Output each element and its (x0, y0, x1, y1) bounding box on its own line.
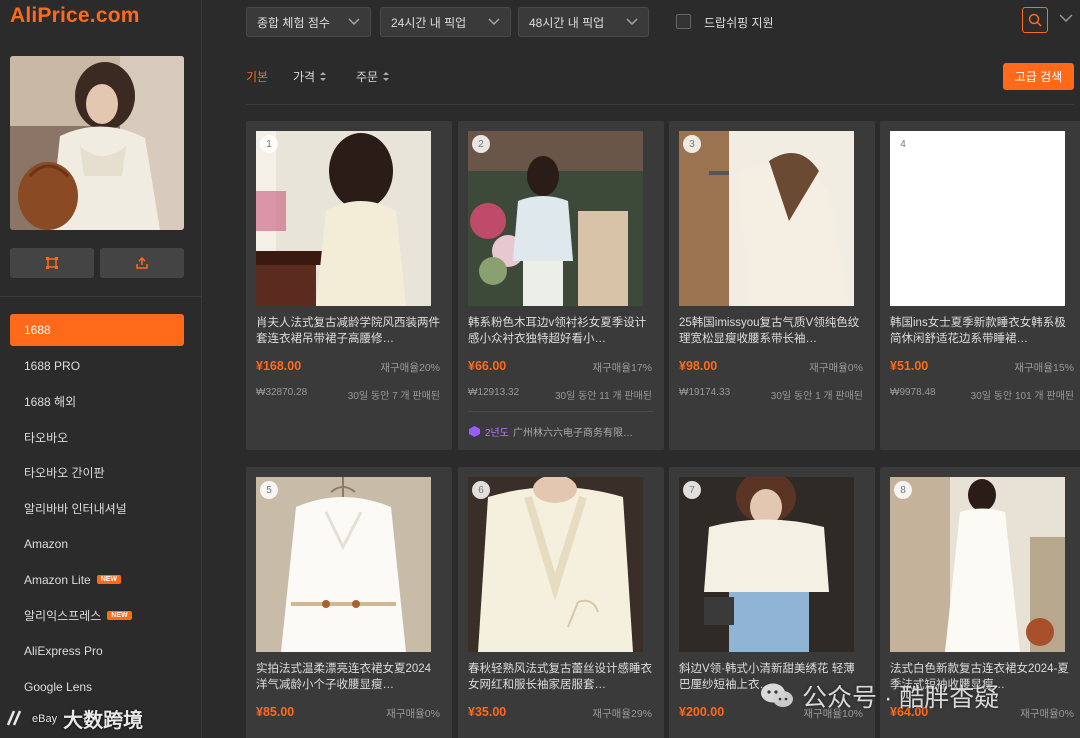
supplier-years: 2년도 (485, 428, 509, 439)
rank-number: 7 (683, 481, 701, 499)
product-image[interactable]: 3 (679, 131, 854, 306)
product-price: ¥98.00 (679, 359, 718, 373)
product-image[interactable]: 1 (256, 131, 431, 306)
product-card[interactable]: 5 实拍法式温柔漂亮连衣裙女夏2024洋气减龄小个子收腰显瘦… ¥85.00 재… (246, 467, 452, 738)
price-krw: ₩9978.48 (890, 387, 936, 398)
sold-count: 30일 동안 7 개 판매된 (347, 391, 440, 402)
source-item-1688[interactable]: 1688 (10, 314, 184, 346)
sort-divider (246, 104, 1074, 105)
brand-logo-icon (6, 710, 22, 725)
chevron-down-icon (626, 18, 638, 25)
product-title[interactable]: 肖夫人法式复古减龄学院风西装两件套连衣裙吊带裙子高腰修… (256, 315, 442, 347)
source-item-taobao-lite[interactable]: 타오바오 간이판 (10, 457, 184, 489)
sold-count: 30일 동안 1 개 판매된 (770, 391, 863, 402)
chevron-down-icon (348, 18, 360, 25)
product-price: ¥66.00 (468, 359, 507, 373)
product-price: ¥200.00 (679, 705, 725, 719)
supplier-badge-icon (469, 426, 480, 437)
rank-number: 6 (472, 481, 490, 499)
product-image[interactable]: 8 (890, 477, 1065, 652)
sidebar: AliPrice.com 1688 1688 PRO 1688 해외 타오바오 … (0, 0, 202, 738)
pickup-48h-select[interactable]: 48시간 내 픽업 (518, 7, 649, 37)
search-button[interactable] (1022, 7, 1048, 33)
product-title[interactable]: 韩系粉色木耳边v领衬衫女夏季设计感小众衬衣独特超好看小… (468, 315, 654, 347)
product-price: ¥168.00 (256, 359, 302, 373)
product-image[interactable]: 5 (256, 477, 431, 652)
supplier-divider (468, 411, 654, 412)
source-item-alibaba[interactable]: 알리바바 인터내셔널 (10, 492, 184, 524)
repurchase-rate: 재구매율0% (1020, 708, 1074, 720)
sold-count: 30일 동안 11 개 판매된 (554, 391, 652, 402)
new-badge: NEW (107, 611, 132, 620)
crop-button[interactable] (10, 248, 94, 278)
sidebar-divider (0, 296, 202, 297)
product-card[interactable]: 4 韩国ins女士夏季新款睡衣女韩系极简休闲舒适花边系带睡裙… ¥51.00 재… (880, 121, 1080, 450)
rank-number: 5 (260, 481, 278, 499)
source-item-aliexpress[interactable]: 알리익스프레스 NEW (10, 600, 184, 632)
product-card[interactable]: 1 肖夫人法式复古减龄学院风西装两件套连衣裙吊带裙子高腰修… ¥168.00 재… (246, 121, 452, 450)
repurchase-rate: 재구매율0% (809, 362, 863, 374)
advanced-search-button[interactable]: 고급 검색 (1003, 63, 1074, 90)
rank-number: 4 (894, 135, 912, 153)
source-item-google-lens[interactable]: Google Lens (10, 671, 184, 703)
sort-order[interactable]: 주문 (356, 68, 390, 85)
price-krw: ₩12913.32 (468, 387, 520, 398)
dropship-checkbox[interactable] (676, 14, 691, 29)
product-title[interactable]: 韩国ins女士夏季新款睡衣女韩系极简休闲舒适花边系带睡裙… (890, 315, 1076, 347)
watermark-left: eBay 大数跨境 (6, 704, 143, 733)
product-title[interactable]: 春秋轻熟风法式复古蕾丝设计感睡衣女网红和服长袖家居服套… (468, 661, 654, 693)
source-item-taobao[interactable]: 타오바오 (10, 421, 184, 453)
supplier-name: 广州林六六电子商务有限… (512, 428, 633, 439)
sort-basic[interactable]: 기본 (246, 68, 268, 85)
product-price: ¥85.00 (256, 705, 295, 719)
price-krw: ₩32870.28 (256, 387, 308, 398)
product-card[interactable]: 6 春秋轻熟风法式复古蕾丝设计感睡衣女网红和服长袖家居服套… ¥35.00 재구… (458, 467, 664, 738)
sold-count: 30일 동안 101 개 판매된 (970, 391, 1074, 402)
new-badge: NEW (96, 575, 122, 585)
chevron-down-icon (488, 18, 500, 25)
product-image[interactable]: 4 (890, 131, 1065, 306)
source-item-amazon-lite[interactable]: Amazon Lite NEW (10, 564, 184, 596)
watermark-right: 公众号 · 酷胖杳疑 (760, 678, 999, 714)
upload-icon (136, 256, 148, 269)
repurchase-rate: 재구매율0% (386, 708, 440, 720)
product-title[interactable]: 实拍法式温柔漂亮连衣裙女夏2024洋气减龄小个子收腰显瘦… (256, 661, 442, 693)
search-icon (1028, 13, 1042, 27)
pickup-24h-select[interactable]: 24시간 내 픽업 (380, 7, 511, 37)
crop-icon (46, 257, 58, 269)
source-item-1688-pro[interactable]: 1688 PRO (10, 350, 184, 382)
product-price: ¥51.00 (890, 359, 929, 373)
chevron-down-icon[interactable] (1059, 14, 1073, 23)
source-item-amazon[interactable]: Amazon (10, 528, 184, 560)
sort-arrows-icon (383, 72, 390, 81)
rank-number: 2 (472, 135, 490, 153)
experience-score-select[interactable]: 종합 체험 점수 (246, 7, 371, 37)
rank-number: 8 (894, 481, 912, 499)
dropship-label: 드랍쉬핑 지원 (704, 16, 774, 30)
search-image (10, 56, 184, 230)
product-image[interactable]: 7 (679, 477, 854, 652)
upload-button[interactable] (100, 248, 184, 278)
wechat-icon (761, 683, 793, 707)
sort-price[interactable]: 가격 (293, 68, 327, 85)
product-card[interactable]: 2 韩系粉色木耳边v领衬衫女夏季设计感小众衬衣独特超好看小… ¥66.00 재구… (458, 121, 664, 450)
rank-number: 3 (683, 135, 701, 153)
rank-number: 1 (260, 135, 278, 153)
source-list: 1688 1688 PRO 1688 해외 타오바오 타오바오 간이판 알리바바… (10, 314, 184, 707)
repurchase-rate: 재구매율29% (592, 708, 652, 720)
supplier-info[interactable]: 2년도 广州林六六电子商务有限… (468, 424, 633, 439)
logo[interactable]: AliPrice.com (10, 4, 140, 28)
product-title[interactable]: 25韩国imissyou复古气质V领纯色纹理宽松显瘦收腰系带长袖… (679, 315, 865, 347)
product-image[interactable]: 6 (468, 477, 643, 652)
repurchase-rate: 재구매율20% (380, 362, 440, 374)
price-krw: ₩19174.33 (679, 387, 731, 398)
product-image[interactable]: 2 (468, 131, 643, 306)
repurchase-rate: 재구매율15% (1014, 362, 1074, 374)
sort-arrows-icon (320, 72, 327, 81)
source-item-aliexpress-pro[interactable]: AliExpress Pro (10, 635, 184, 667)
repurchase-rate: 재구매율17% (592, 362, 652, 374)
source-item-1688-overseas[interactable]: 1688 해외 (10, 385, 184, 417)
product-card[interactable]: 3 25韩国imissyou复古气质V领纯色纹理宽松显瘦收腰系带长袖… ¥98.… (669, 121, 875, 450)
product-price: ¥35.00 (468, 705, 507, 719)
